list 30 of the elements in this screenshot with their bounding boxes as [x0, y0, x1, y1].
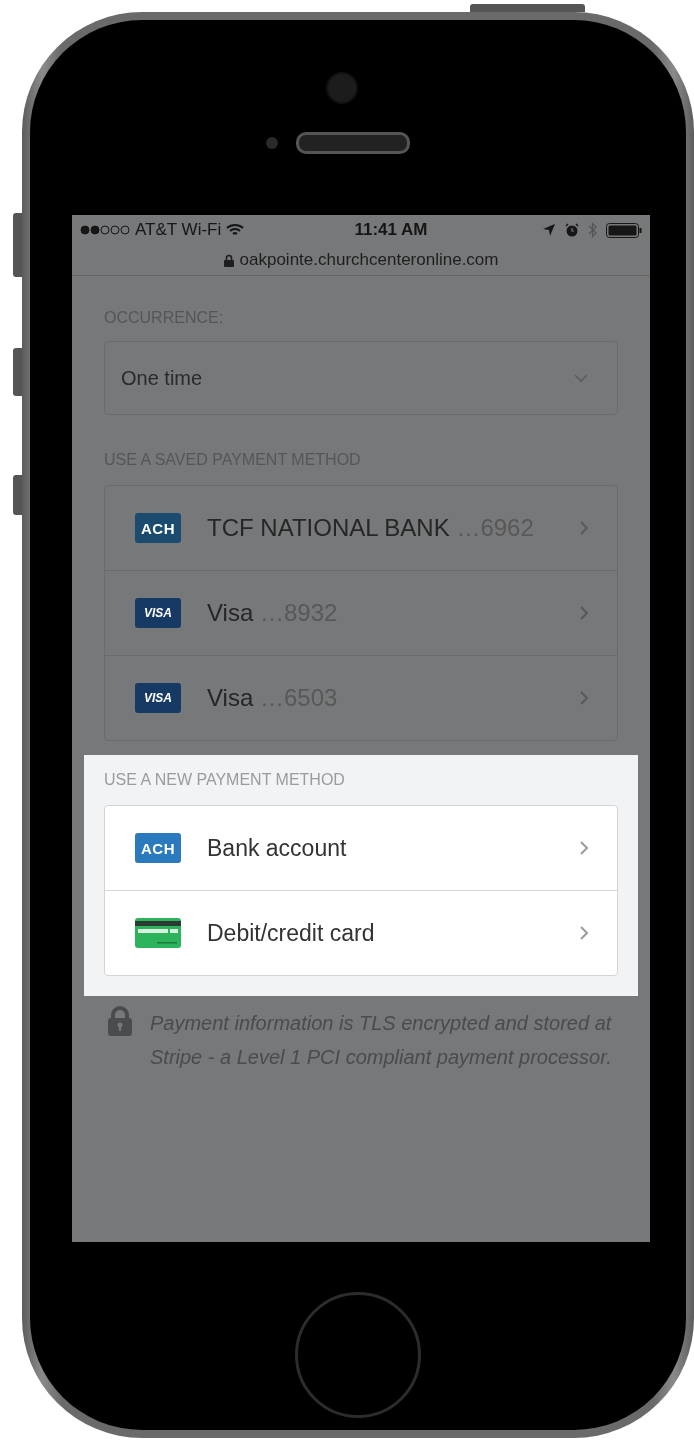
payment-method-name: Bank account: [207, 834, 348, 862]
alarm-clock-icon: [565, 223, 579, 237]
location-arrow-icon: [542, 223, 556, 237]
payment-method-row[interactable]: Debit/credit card: [105, 890, 617, 975]
bluetooth-icon: [588, 222, 597, 238]
ach-badge: ACH: [135, 833, 181, 863]
home-button[interactable]: [295, 1292, 421, 1418]
speaker-icon: [296, 132, 410, 154]
sensor-icon: [266, 137, 278, 149]
status-time: 11:41 AM: [353, 220, 429, 240]
page-url: oakpointe.churchcenteronline.com: [239, 250, 499, 270]
visa-badge: VISA: [135, 683, 181, 713]
chevron-icon: [579, 520, 589, 536]
visa-badge: VISA: [135, 598, 181, 628]
payment-method-row[interactable]: ACH Bank account: [105, 806, 617, 890]
signal-icon: [80, 225, 130, 235]
camera-icon: [326, 72, 358, 104]
carrier-name: AT&T Wi-Fi: [135, 220, 222, 240]
section-label: USE A NEW PAYMENT METHOD: [104, 771, 346, 789]
chevron-icon: [579, 840, 589, 856]
ach-badge: ACH: [135, 513, 181, 543]
chevron-icon: [579, 925, 589, 941]
padlock-icon: [108, 1006, 132, 1036]
lock-icon: [223, 253, 234, 267]
credit-card-icon: [135, 918, 181, 948]
payment-method-name: Debit/credit card: [207, 919, 376, 947]
wifi-icon: [226, 223, 245, 237]
chevron-icon: [579, 690, 589, 706]
chevron-icon: [579, 605, 589, 621]
battery-icon: [606, 222, 642, 238]
